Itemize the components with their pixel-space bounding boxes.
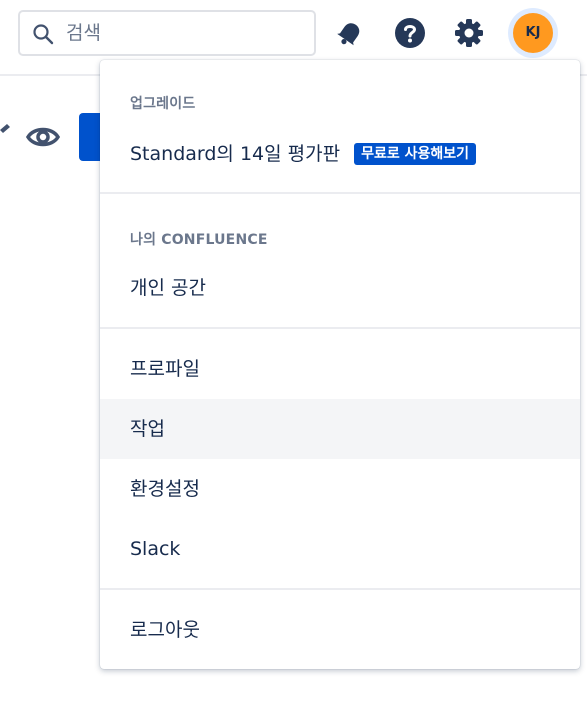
watch-eye-icon[interactable]: [25, 120, 61, 154]
trial-label: Standard의 14일 평가판: [130, 143, 341, 165]
profile-dropdown-menu: 업그레이드 Standard의 14일 평가판 무료로 사용해보기 나의 CON…: [100, 60, 580, 669]
notifications-icon[interactable]: [333, 16, 367, 50]
preferences-menu-item[interactable]: 환경설정: [100, 459, 580, 519]
menu-divider: [100, 192, 580, 194]
edit-pencil-icon[interactable]: [0, 124, 10, 146]
settings-icon[interactable]: [452, 16, 486, 50]
profile-menu-item[interactable]: 프로파일: [100, 339, 580, 399]
menu-divider: [100, 588, 580, 590]
slack-menu-item[interactable]: Slack: [100, 519, 580, 579]
tasks-menu-item[interactable]: 작업: [100, 399, 580, 459]
personal-space-menu-item[interactable]: 개인 공간: [100, 258, 580, 318]
logout-menu-item[interactable]: 로그아웃: [100, 600, 580, 660]
help-icon[interactable]: [393, 16, 427, 50]
trial-menu-item[interactable]: Standard의 14일 평가판 무료로 사용해보기: [100, 124, 580, 184]
avatar: KJ: [513, 13, 553, 53]
search-icon: [32, 23, 54, 45]
try-free-badge[interactable]: 무료로 사용해보기: [354, 143, 477, 165]
upgrade-heading: 업그레이드: [130, 96, 196, 112]
menu-divider: [100, 327, 580, 329]
profile-avatar-button[interactable]: KJ: [508, 8, 558, 58]
search-placeholder: 검색: [66, 22, 101, 44]
search-input[interactable]: 검색: [18, 10, 316, 56]
my-confluence-heading: 나의 CONFLUENCE: [130, 232, 268, 248]
